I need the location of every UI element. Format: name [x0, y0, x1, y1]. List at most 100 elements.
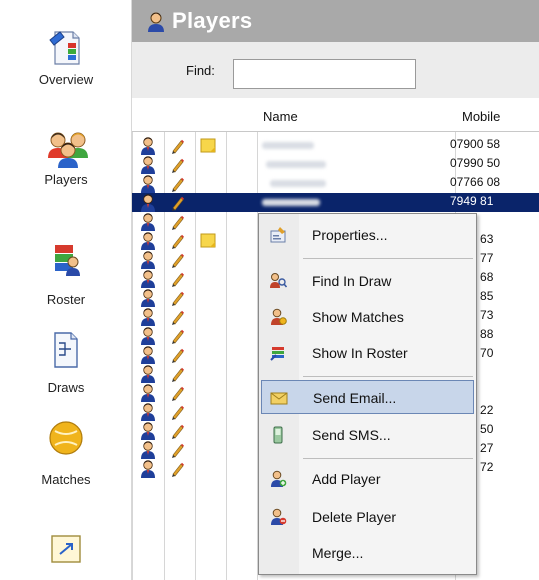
player-icon — [139, 402, 157, 421]
column-header-mobile[interactable]: Mobile — [462, 109, 500, 124]
players-header: Players — [132, 0, 539, 42]
player-icon — [139, 231, 157, 250]
menu-item-merge[interactable]: Merge... — [261, 536, 474, 570]
edit-pencil-icon[interactable] — [170, 459, 186, 478]
player-icon — [139, 288, 157, 307]
player-icon — [139, 212, 157, 231]
add-player-icon — [269, 470, 287, 488]
nav-label-players: Players — [44, 172, 88, 187]
mobile-cell: 07990 50 — [450, 156, 501, 170]
left-nav: Overview Players Roster Draws Matches — [0, 0, 132, 580]
find-in-draw-icon — [269, 272, 288, 290]
mobile-cell: 07900 58 — [450, 137, 501, 151]
menu-label-send-email: Send Email... — [313, 390, 397, 406]
edit-pencil-icon[interactable] — [170, 383, 186, 402]
player-icon — [139, 250, 157, 269]
table-row[interactable]: 07766 08 — [132, 174, 539, 193]
menu-item-delete-player[interactable]: Delete Player — [261, 500, 474, 534]
table-row[interactable]: 07900 58 — [132, 136, 539, 155]
menu-label-properties: Properties... — [312, 227, 388, 243]
edit-pencil-icon[interactable] — [170, 155, 186, 174]
overview-icon — [46, 28, 86, 68]
menu-label-find-in-draw: Find In Draw — [312, 273, 392, 289]
redacted-name — [262, 142, 314, 149]
find-input[interactable] — [233, 59, 416, 89]
player-icon — [139, 459, 157, 478]
player-icon — [139, 136, 157, 155]
edit-pencil-icon[interactable] — [170, 212, 186, 231]
player-icon — [139, 345, 157, 364]
nav-item-overview[interactable]: Overview — [0, 28, 132, 87]
column-header-name[interactable]: Name — [263, 109, 298, 124]
player-icon — [139, 421, 157, 440]
menu-item-add-player[interactable]: Add Player — [261, 462, 474, 496]
nav-item-roster[interactable]: Roster — [0, 242, 132, 307]
player-icon — [139, 440, 157, 459]
menu-item-find-in-draw[interactable]: Find In Draw — [261, 264, 474, 298]
nav-label-matches: Matches — [41, 472, 91, 487]
draws-icon — [46, 330, 86, 370]
find-label: Find: — [186, 63, 215, 78]
edit-pencil-icon[interactable] — [170, 231, 186, 250]
menu-item-send-sms[interactable]: Send SMS... — [261, 418, 474, 452]
show-matches-icon — [269, 308, 287, 326]
grid-header: Name Mobile — [132, 98, 539, 132]
menu-item-properties[interactable]: Properties... — [261, 218, 474, 252]
player-icon — [139, 383, 157, 402]
edit-pencil-icon[interactable] — [170, 193, 186, 212]
menu-label-add-player: Add Player — [312, 471, 381, 487]
menu-item-send-email[interactable]: Send Email... — [261, 380, 474, 414]
player-icon — [139, 269, 157, 288]
player-icon — [139, 174, 157, 193]
menu-item-show-in-roster[interactable]: Show In Roster — [261, 336, 474, 370]
player-icon — [139, 364, 157, 383]
edit-pencil-icon[interactable] — [170, 345, 186, 364]
nav-label-roster: Roster — [46, 292, 86, 307]
menu-label-show-in-roster: Show In Roster — [312, 345, 408, 361]
player-icon — [139, 326, 157, 345]
mobile-cell: 7949 81 — [450, 194, 494, 208]
redacted-name — [270, 180, 326, 187]
show-in-roster-icon — [269, 344, 287, 362]
menu-label-show-matches: Show Matches — [312, 309, 404, 325]
nav-item-players[interactable]: Players — [0, 128, 132, 187]
redacted-name — [262, 199, 320, 206]
find-bar: Find: — [132, 42, 539, 98]
player-icon — [139, 155, 157, 174]
table-row[interactable]: 07990 50 — [132, 155, 539, 174]
roster-icon — [46, 242, 86, 282]
matches-icon — [46, 418, 86, 458]
email-icon — [270, 389, 288, 407]
players-icon — [46, 128, 88, 168]
edit-pencil-icon[interactable] — [170, 136, 186, 155]
edit-pencil-icon[interactable] — [170, 402, 186, 421]
mobile-cell: 07766 08 — [450, 175, 501, 189]
edit-pencil-icon[interactable] — [170, 326, 186, 345]
nav-item-export[interactable] — [0, 530, 132, 570]
menu-separator — [303, 458, 473, 459]
menu-label-send-sms: Send SMS... — [312, 427, 391, 443]
delete-player-icon — [269, 508, 287, 526]
phone-icon — [269, 426, 287, 444]
menu-label-delete-player: Delete Player — [312, 509, 397, 525]
nav-item-draws[interactable]: Draws — [0, 330, 132, 395]
nav-item-matches[interactable]: Matches — [0, 418, 132, 487]
edit-pencil-icon[interactable] — [170, 421, 186, 440]
redacted-name — [266, 161, 326, 168]
edit-pencil-icon[interactable] — [170, 288, 186, 307]
page-title: Players — [172, 8, 253, 33]
player-icon — [139, 193, 157, 212]
edit-pencil-icon[interactable] — [170, 174, 186, 193]
edit-pencil-icon[interactable] — [170, 269, 186, 288]
table-row[interactable]: 7949 81 — [132, 193, 539, 212]
properties-icon — [269, 226, 287, 244]
export-icon — [46, 530, 86, 570]
nav-label-overview: Overview — [38, 72, 94, 87]
menu-label-merge: Merge... — [312, 545, 364, 561]
edit-pencil-icon[interactable] — [170, 250, 186, 269]
menu-item-show-matches[interactable]: Show Matches — [261, 300, 474, 334]
edit-pencil-icon[interactable] — [170, 364, 186, 383]
edit-pencil-icon[interactable] — [170, 307, 186, 326]
edit-pencil-icon[interactable] — [170, 440, 186, 459]
menu-separator — [303, 376, 473, 377]
